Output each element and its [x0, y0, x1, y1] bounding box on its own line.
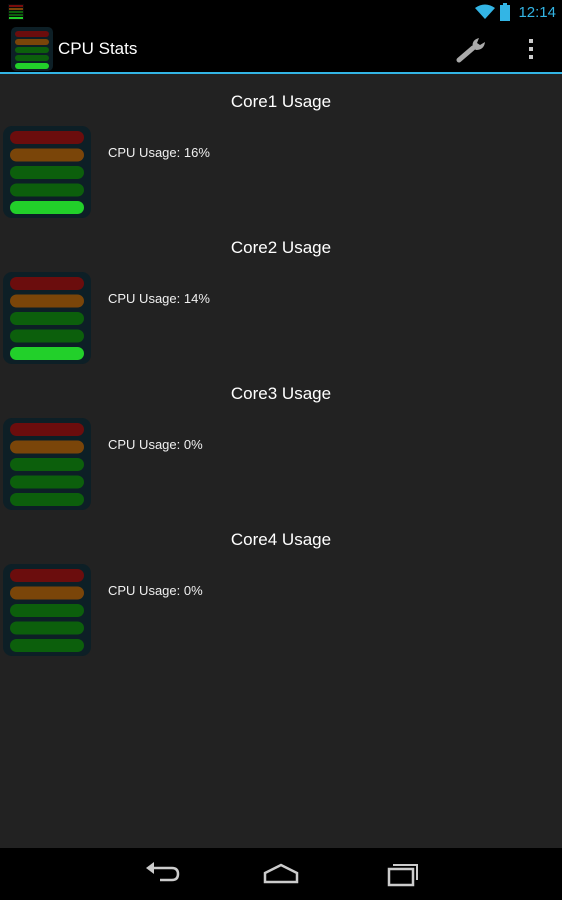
action-bar: CPU Stats — [0, 24, 562, 74]
meter-bar — [10, 475, 84, 489]
core-title: Core1 Usage — [230, 92, 332, 111]
battery-icon — [500, 3, 511, 21]
meter-bar-lit — [10, 347, 84, 360]
app-icon[interactable] — [10, 26, 54, 72]
meter-bar — [10, 183, 84, 197]
meter-bar — [10, 148, 84, 162]
meter-bar — [10, 131, 84, 144]
core-title: Core3 Usage — [230, 384, 332, 403]
cpu-usage-text: CPU Usage: 0% — [108, 583, 203, 598]
cpu-meter-icon — [3, 418, 91, 510]
core-section: Core4 Usage CPU Usage: 0% — [0, 530, 562, 676]
cpu-meter-icon — [3, 126, 91, 218]
meter-bar — [10, 604, 84, 617]
meter-bar — [10, 621, 84, 635]
meter-bar — [10, 329, 84, 343]
core-title: Core2 Usage — [230, 238, 332, 257]
app-meter-icon — [8, 4, 24, 20]
overflow-menu-icon[interactable] — [516, 34, 546, 64]
status-right-group: 12:14 — [475, 0, 556, 24]
meter-bar — [10, 423, 84, 436]
meter-bar — [10, 569, 84, 582]
meter-bar — [10, 294, 84, 308]
wifi-icon — [475, 4, 496, 19]
core-section: Core3 Usage CPU Usage: 0% — [0, 384, 562, 530]
meter-bar — [10, 440, 84, 454]
recent-apps-icon[interactable] — [381, 860, 421, 888]
core-section: Core1 Usage CPU Usage: 16% — [0, 92, 562, 238]
core-title: Core4 Usage — [230, 530, 332, 549]
meter-bar — [10, 166, 84, 179]
meter-bar — [10, 493, 84, 506]
status-bar: 12:14 — [0, 0, 562, 24]
wrench-icon[interactable] — [456, 35, 488, 63]
home-icon[interactable] — [261, 860, 301, 888]
meter-bar — [10, 639, 84, 652]
meter-bar-lit — [10, 201, 84, 214]
cpu-usage-text: CPU Usage: 16% — [108, 145, 210, 160]
core-section: Core2 Usage CPU Usage: 14% — [0, 238, 562, 384]
back-icon[interactable] — [142, 860, 182, 888]
app-title: CPU Stats — [58, 39, 138, 58]
cpu-meter-icon — [3, 564, 91, 656]
meter-bar — [10, 312, 84, 325]
cpu-meter-icon — [3, 272, 91, 364]
meter-bar — [10, 586, 84, 600]
meter-bar — [10, 458, 84, 471]
meter-bar — [10, 277, 84, 290]
cpu-usage-text: CPU Usage: 14% — [108, 291, 210, 306]
cpu-usage-text: CPU Usage: 0% — [108, 437, 203, 452]
navigation-bar — [0, 848, 562, 900]
status-time: 12:14 — [518, 3, 556, 21]
